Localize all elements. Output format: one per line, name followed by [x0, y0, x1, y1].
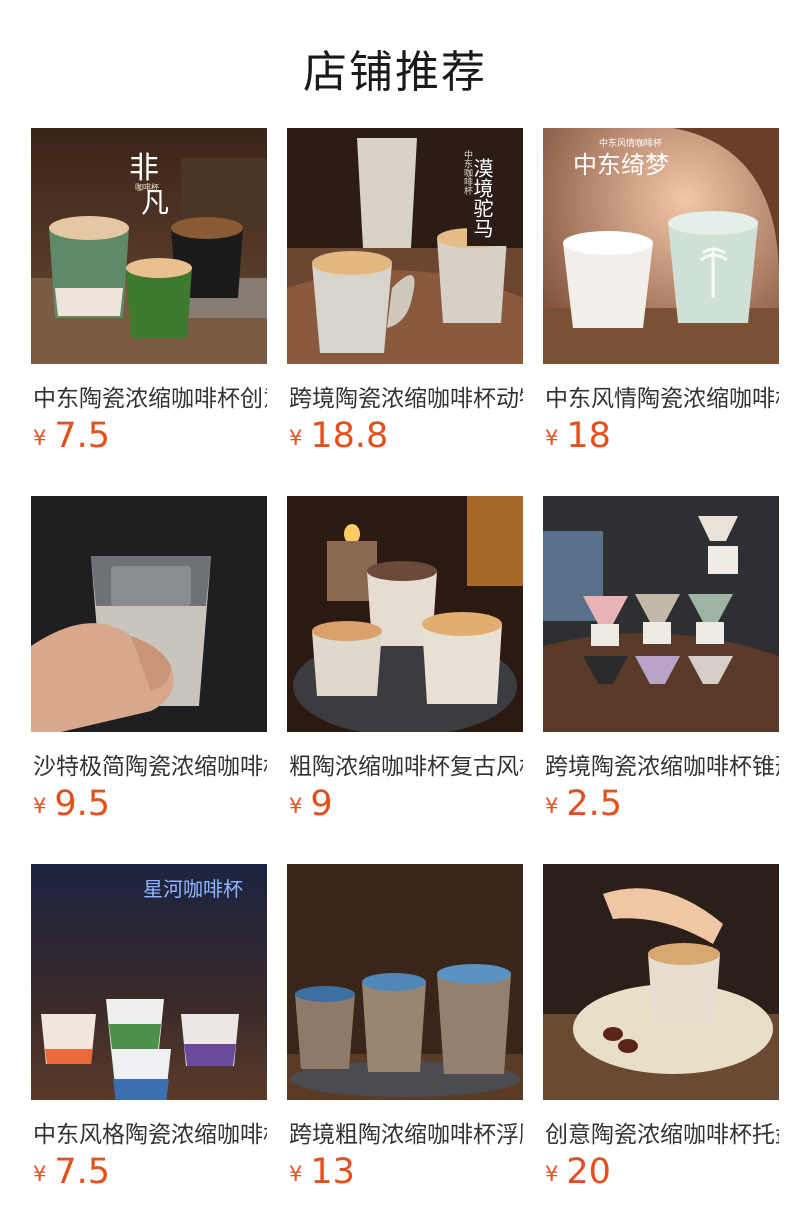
product-image[interactable]: 中东绮梦 中东风情咖啡杯 — [543, 128, 779, 364]
product-name[interactable]: 创意陶瓷浓缩咖啡杯托盘 — [545, 1115, 779, 1149]
product-name[interactable]: 跨境粗陶浓缩咖啡杯浮雕 — [289, 1115, 523, 1149]
currency-symbol: ¥ — [289, 794, 303, 818]
image-text: 非 — [129, 151, 159, 186]
product-image[interactable] — [543, 496, 779, 732]
product-price: ¥9.5 — [33, 784, 110, 824]
price-value: 20 — [566, 1152, 611, 1192]
image-text: 中东咖啡杯 — [462, 149, 473, 196]
image-text: 中东绮梦 — [573, 151, 669, 179]
image-text: 漠境驼马 — [470, 158, 494, 238]
currency-symbol: ¥ — [33, 1162, 47, 1186]
product-card[interactable]: 漠境驼马 中东咖啡杯 跨境陶瓷浓缩咖啡杯动物 ¥18.8 — [287, 128, 523, 468]
product-image[interactable] — [543, 864, 779, 1100]
product-card[interactable]: 粗陶浓缩咖啡杯复古风格 ¥9 — [287, 496, 523, 836]
product-image[interactable] — [287, 864, 523, 1100]
product-image[interactable] — [287, 496, 523, 732]
currency-symbol: ¥ — [33, 794, 47, 818]
product-name[interactable]: 跨境陶瓷浓缩咖啡杯锥形 — [545, 747, 779, 781]
product-price: ¥18 — [545, 416, 611, 456]
product-name[interactable]: 跨境陶瓷浓缩咖啡杯动物 — [289, 379, 523, 413]
currency-symbol: ¥ — [33, 426, 47, 450]
price-value: 18 — [566, 416, 611, 456]
product-card[interactable]: 跨境陶瓷浓缩咖啡杯锥形 ¥2.5 — [543, 496, 779, 836]
product-price: ¥13 — [289, 1152, 355, 1192]
product-image[interactable]: 非 凡 咖啡杯 — [31, 128, 267, 364]
product-name[interactable]: 粗陶浓缩咖啡杯复古风格 — [289, 747, 523, 781]
image-text: 星河咖啡杯 — [143, 877, 243, 901]
product-card[interactable]: 跨境粗陶浓缩咖啡杯浮雕 ¥13 — [287, 864, 523, 1204]
price-value: 18.8 — [310, 416, 389, 456]
product-price: ¥18.8 — [289, 416, 388, 456]
currency-symbol: ¥ — [289, 426, 303, 450]
product-price: ¥7.5 — [33, 416, 110, 456]
product-name[interactable]: 沙特极简陶瓷浓缩咖啡杯 — [33, 747, 267, 781]
product-price: ¥2.5 — [545, 784, 622, 824]
image-text: 咖啡杯 — [135, 182, 159, 192]
price-value: 7.5 — [54, 1152, 111, 1192]
image-text: 中东风情咖啡杯 — [599, 137, 662, 149]
product-name[interactable]: 中东风格陶瓷浓缩咖啡杯 — [33, 1115, 267, 1149]
product-card[interactable]: 创意陶瓷浓缩咖啡杯托盘 ¥20 — [543, 864, 779, 1204]
product-card[interactable]: 沙特极简陶瓷浓缩咖啡杯 ¥9.5 — [31, 496, 267, 836]
product-card[interactable]: 星河咖啡杯 中东风格陶瓷浓缩咖啡杯 ¥7.5 — [31, 864, 267, 1204]
price-value: 13 — [310, 1152, 355, 1192]
product-image[interactable]: 星河咖啡杯 — [31, 864, 267, 1100]
currency-symbol: ¥ — [545, 1162, 559, 1186]
product-card[interactable]: 非 凡 咖啡杯 中东陶瓷浓缩咖啡杯创意 ¥7.5 — [31, 128, 267, 468]
price-value: 2.5 — [566, 784, 623, 824]
product-price: ¥7.5 — [33, 1152, 110, 1192]
currency-symbol: ¥ — [289, 1162, 303, 1186]
price-value: 7.5 — [54, 416, 111, 456]
product-name[interactable]: 中东陶瓷浓缩咖啡杯创意 — [33, 379, 267, 413]
product-price: ¥9 — [289, 784, 333, 824]
product-card[interactable]: 中东绮梦 中东风情咖啡杯 中东风情陶瓷浓缩咖啡杯 ¥18 — [543, 128, 779, 468]
price-value: 9.5 — [54, 784, 111, 824]
price-value: 9 — [310, 784, 333, 824]
currency-symbol: ¥ — [545, 794, 559, 818]
currency-symbol: ¥ — [545, 426, 559, 450]
product-name[interactable]: 中东风情陶瓷浓缩咖啡杯 — [545, 379, 779, 413]
product-price: ¥20 — [545, 1152, 611, 1192]
product-image[interactable]: 漠境驼马 中东咖啡杯 — [287, 128, 523, 364]
page-title: 店铺推荐 — [303, 47, 487, 98]
product-image[interactable] — [31, 496, 267, 732]
